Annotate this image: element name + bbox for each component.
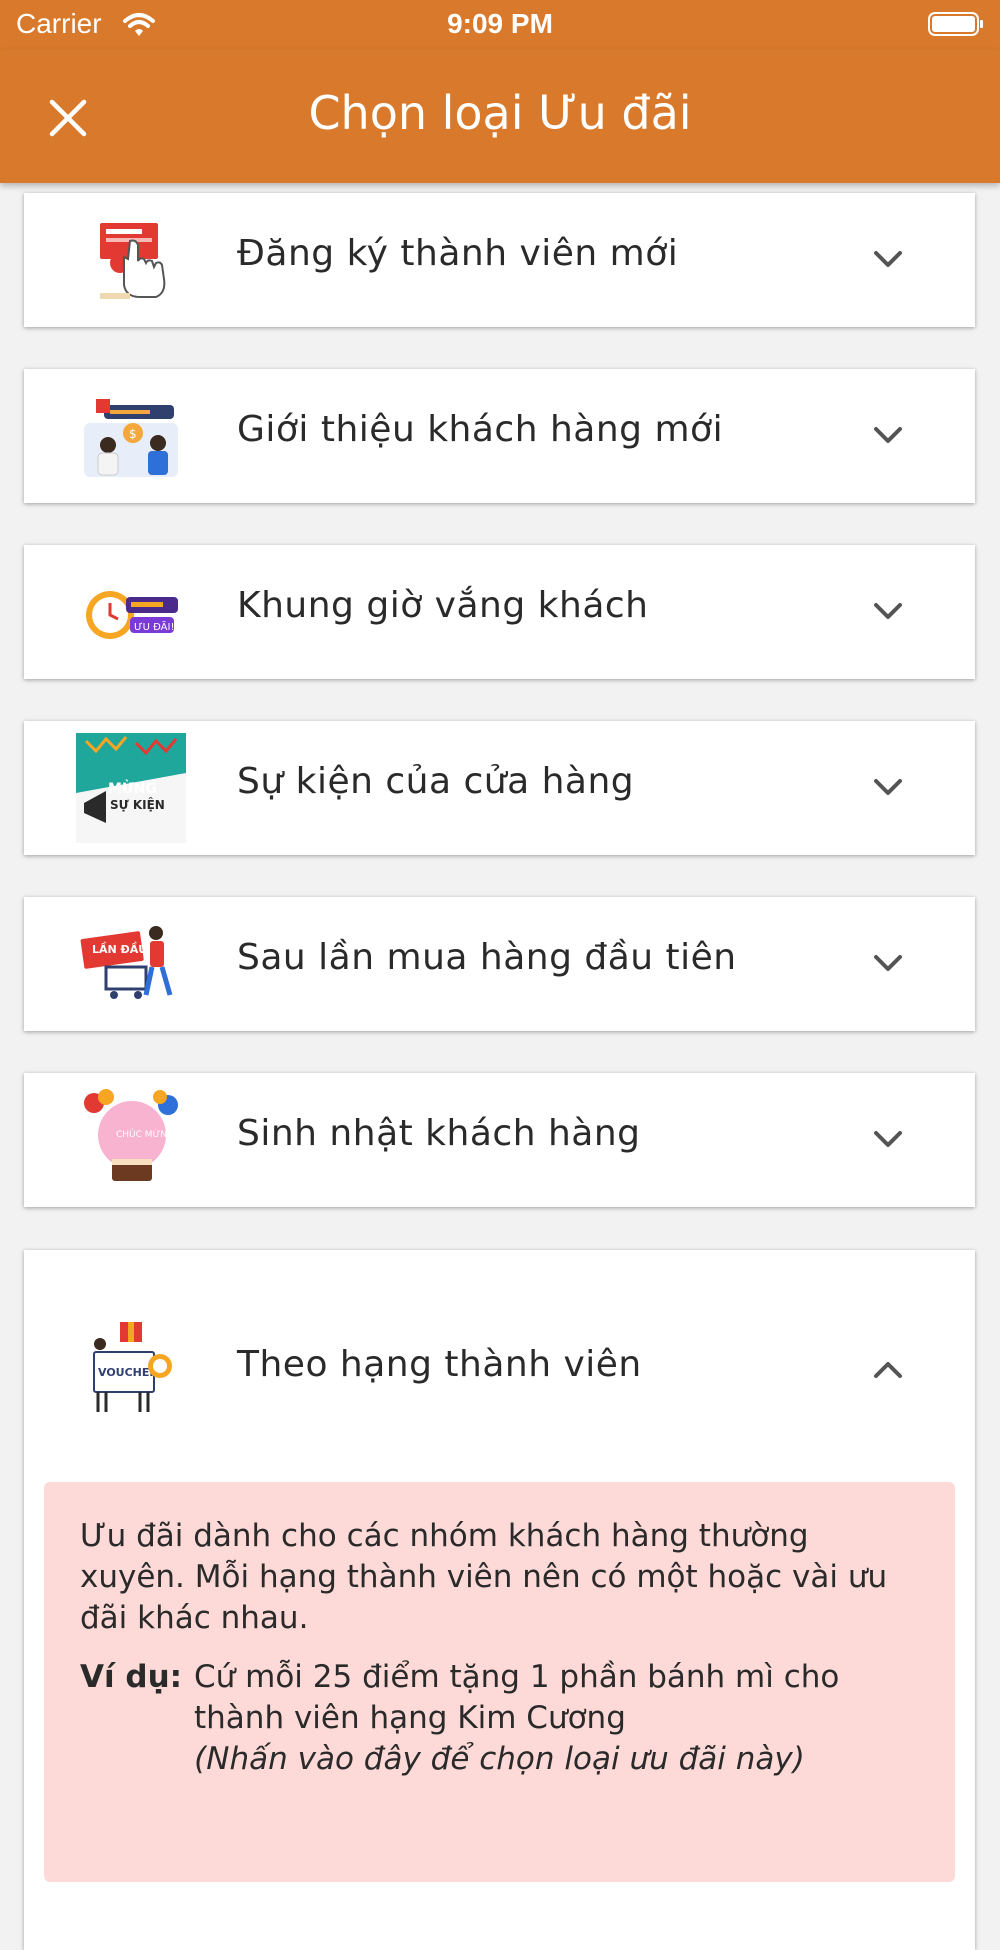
page-title: Chọn loại Ưu đãi — [308, 86, 692, 140]
battery-icon — [928, 12, 983, 36]
option-referral[interactable]: $ Giới thiệu khách hàng mới — [24, 369, 975, 503]
referral-illustration-icon: $ — [84, 399, 178, 477]
event-illustration-icon: MỪNG SỰ KIỆN — [76, 733, 186, 843]
status-bar: Carrier 9:09 PM — [0, 0, 1000, 50]
option-label: Giới thiệu khách hàng mới — [237, 409, 724, 450]
svg-text:SỰ KIỆN: SỰ KIỆN — [110, 797, 165, 812]
option-label: Sau lần mua hàng đầu tiên — [237, 937, 737, 978]
example-text: Cứ mỗi 25 điểm tặng 1 phần bánh mì cho t… — [194, 1659, 840, 1736]
chevron-down-icon[interactable] — [872, 597, 904, 625]
nav-bar: Chọn loại Ưu đãi — [0, 50, 1000, 183]
chevron-down-icon[interactable] — [872, 949, 904, 977]
option-description-box[interactable]: Ưu đãi dành cho các nhóm khách hàng thườ… — [44, 1482, 955, 1882]
option-birthday[interactable]: CHÚC MỪNG Sinh nhật khách hàng — [24, 1073, 975, 1207]
svg-text:ƯU ĐÃI!: ƯU ĐÃI! — [134, 620, 174, 633]
option-membership-tier[interactable]: VOUCHER Theo hạng thành viên Ưu đãi dành… — [24, 1250, 975, 1950]
option-label: Sinh nhật khách hàng — [237, 1113, 641, 1154]
chevron-down-icon[interactable] — [872, 421, 904, 449]
option-store-event[interactable]: MỪNG SỰ KIỆN Sự kiện của cửa hàng — [24, 721, 975, 855]
clock-illustration-icon: ƯU ĐÃI! — [86, 591, 178, 639]
option-label: Theo hạng thành viên — [237, 1344, 642, 1385]
option-off-peak[interactable]: ƯU ĐÃI! Khung giờ vắng khách — [24, 545, 975, 679]
first-purchase-illustration-icon: LẦN ĐẦU — [80, 926, 173, 999]
signup-illustration-icon — [100, 223, 166, 299]
option-label: Khung giờ vắng khách — [237, 585, 649, 626]
svg-text:$: $ — [129, 427, 137, 441]
example-label: Ví dụ: — [80, 1659, 183, 1695]
clock: 9:09 PM — [447, 8, 553, 39]
chevron-down-icon[interactable] — [872, 245, 904, 273]
option-signup[interactable]: Đăng ký thành viên mới — [24, 193, 975, 327]
select-hint[interactable]: (Nhấn vào đây để chọn loại ưu đãi này) — [44, 1739, 955, 1780]
option-first-purchase[interactable]: LẦN ĐẦU Sau lần mua hàng đầu tiên — [24, 897, 975, 1031]
svg-text:MỪNG: MỪNG — [108, 779, 157, 797]
chevron-up-icon[interactable] — [872, 1356, 904, 1384]
option-description: Ưu đãi dành cho các nhóm khách hàng thườ… — [80, 1518, 888, 1636]
birthday-illustration-icon: CHÚC MỪNG — [84, 1089, 178, 1181]
chevron-down-icon[interactable] — [872, 773, 904, 801]
option-label: Đăng ký thành viên mới — [237, 233, 679, 274]
chevron-down-icon[interactable] — [872, 1125, 904, 1153]
voucher-illustration-icon: VOUCHER — [93, 1322, 172, 1412]
svg-text:CHÚC MỪNG: CHÚC MỪNG — [116, 1128, 174, 1140]
svg-text:LẦN ĐẦU: LẦN ĐẦU — [92, 942, 147, 956]
option-label: Sự kiện của cửa hàng — [237, 761, 635, 802]
